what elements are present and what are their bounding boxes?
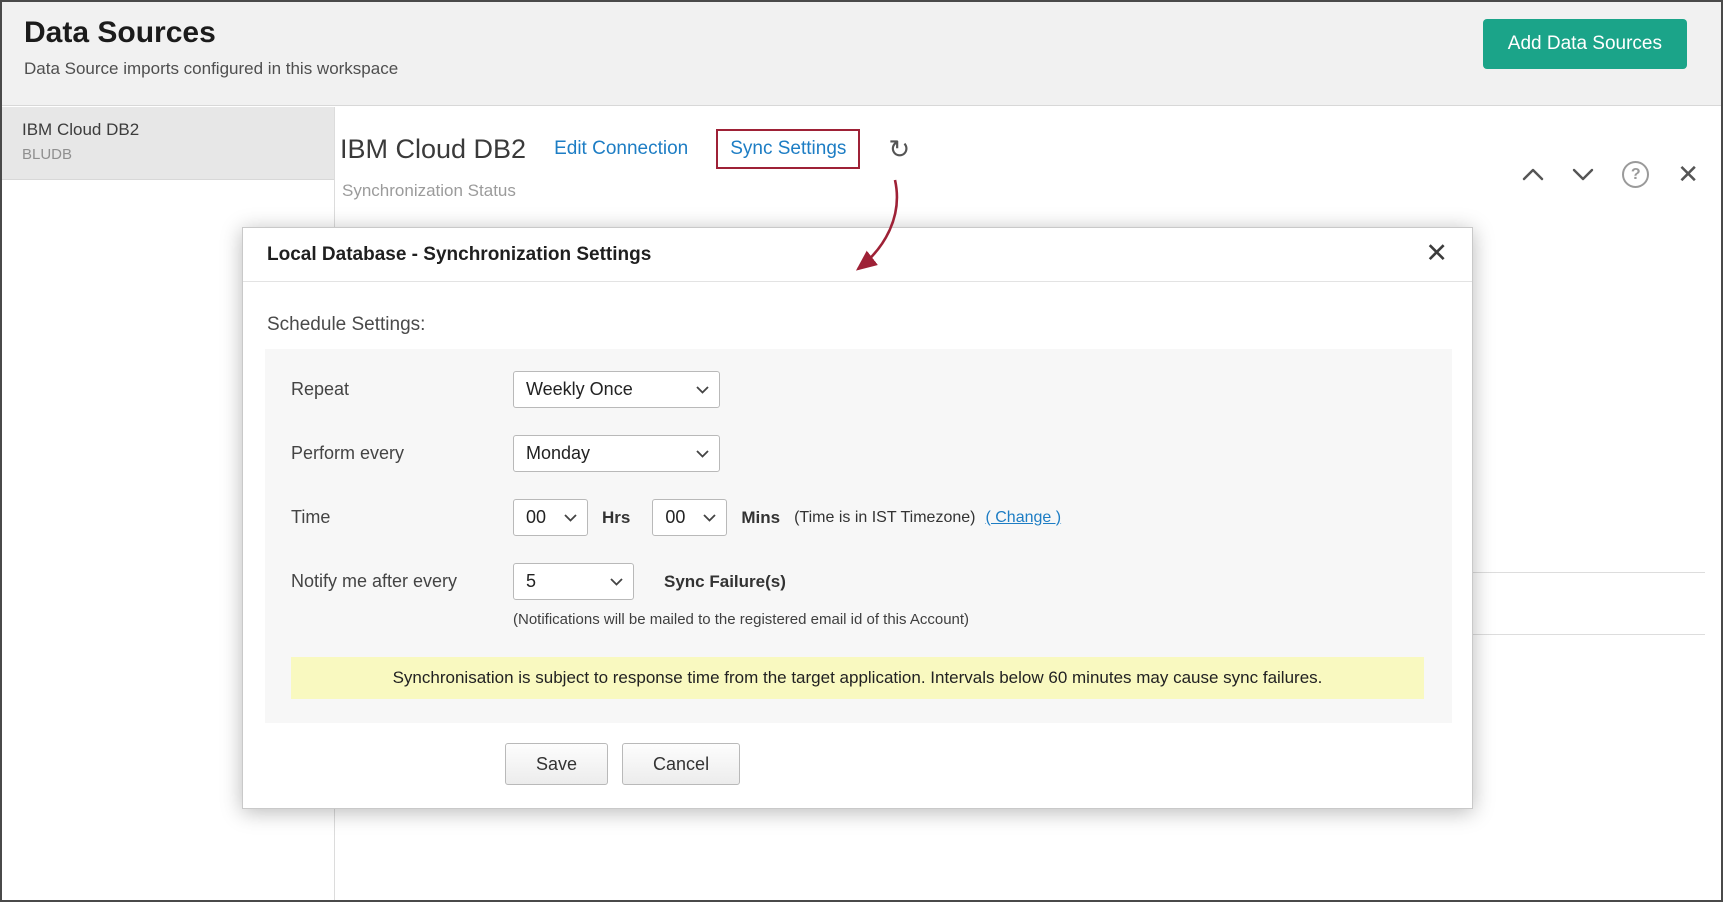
add-data-sources-button[interactable]: Add Data Sources — [1483, 19, 1687, 69]
chevron-down-icon — [564, 514, 577, 522]
chevron-down-icon — [703, 514, 716, 522]
sync-failures-select-value: 5 — [526, 571, 536, 592]
sync-failures-select[interactable]: 5 — [513, 563, 634, 600]
save-button[interactable]: Save — [505, 743, 608, 785]
perform-every-select-value: Monday — [526, 443, 590, 464]
page-title: Data Sources — [24, 16, 216, 50]
chevron-down-icon — [696, 386, 709, 394]
sync-settings-highlight-box: Sync Settings — [716, 129, 860, 169]
sync-settings-modal: Local Database - Synchronization Setting… — [242, 227, 1473, 809]
datasource-title: IBM Cloud DB2 — [340, 134, 526, 165]
time-label: Time — [291, 507, 513, 528]
repeat-select[interactable]: Weekly Once — [513, 371, 720, 408]
refresh-icon[interactable]: ↻ — [888, 136, 910, 162]
modal-header: Local Database - Synchronization Setting… — [243, 228, 1472, 282]
hours-select-value: 00 — [526, 507, 546, 528]
perform-every-select[interactable]: Monday — [513, 435, 720, 472]
sync-settings-link[interactable]: Sync Settings — [730, 138, 846, 159]
datasource-name: IBM Cloud DB2 — [22, 120, 314, 140]
page-subtitle: Data Source imports configured in this w… — [24, 59, 398, 79]
background-divider — [1442, 572, 1705, 573]
close-panel-icon[interactable]: ✕ — [1677, 161, 1699, 187]
panel-controls: ? ✕ — [1522, 159, 1699, 189]
modal-buttons: Save Cancel — [505, 743, 740, 785]
modal-close-icon[interactable]: ✕ — [1425, 240, 1448, 267]
background-divider — [1442, 634, 1705, 635]
sync-failures-suffix: Sync Failure(s) — [664, 572, 786, 592]
page-header: Data Sources Data Source imports configu… — [2, 2, 1721, 106]
repeat-label: Repeat — [291, 379, 513, 400]
chevron-up-icon[interactable] — [1522, 168, 1544, 181]
notify-label: Notify me after every — [291, 571, 513, 592]
datasource-header-row: IBM Cloud DB2 Edit Connection Sync Setti… — [340, 129, 910, 169]
repeat-row: Repeat Weekly Once — [291, 371, 1426, 408]
minutes-select-value: 00 — [665, 507, 685, 528]
perform-every-label: Perform every — [291, 443, 513, 464]
minutes-select[interactable]: 00 — [652, 499, 727, 536]
hours-unit-label: Hrs — [602, 508, 630, 528]
notification-note: (Notifications will be mailed to the reg… — [513, 611, 969, 628]
chevron-down-icon — [696, 450, 709, 458]
perform-every-row: Perform every Monday — [291, 435, 1426, 472]
time-row: Time 00 Hrs 00 Mins (Time is in IST Time… — [291, 499, 1426, 536]
sidebar-item-ibm-cloud-db2[interactable]: IBM Cloud DB2 BLUDB — [2, 107, 334, 180]
chevron-down-icon[interactable] — [1572, 168, 1594, 181]
datasource-database: BLUDB — [22, 146, 314, 163]
timezone-note: (Time is in IST Timezone) — [794, 509, 975, 527]
modal-title: Local Database - Synchronization Setting… — [267, 228, 651, 282]
hours-select[interactable]: 00 — [513, 499, 588, 536]
sync-warning-banner: Synchronisation is subject to response t… — [291, 657, 1424, 699]
sync-status-label: Synchronization Status — [342, 181, 516, 201]
minutes-unit-label: Mins — [741, 508, 780, 528]
cancel-button[interactable]: Cancel — [622, 743, 740, 785]
chevron-down-icon — [610, 578, 623, 586]
schedule-settings-label: Schedule Settings: — [267, 314, 425, 336]
change-timezone-link[interactable]: ( Change ) — [985, 509, 1061, 527]
notify-row: Notify me after every 5 Sync Failure(s) — [291, 563, 1426, 600]
edit-connection-link[interactable]: Edit Connection — [554, 138, 688, 160]
schedule-settings-panel: Repeat Weekly Once Perform every Monday … — [265, 349, 1452, 723]
repeat-select-value: Weekly Once — [526, 379, 633, 400]
help-icon[interactable]: ? — [1622, 161, 1649, 188]
